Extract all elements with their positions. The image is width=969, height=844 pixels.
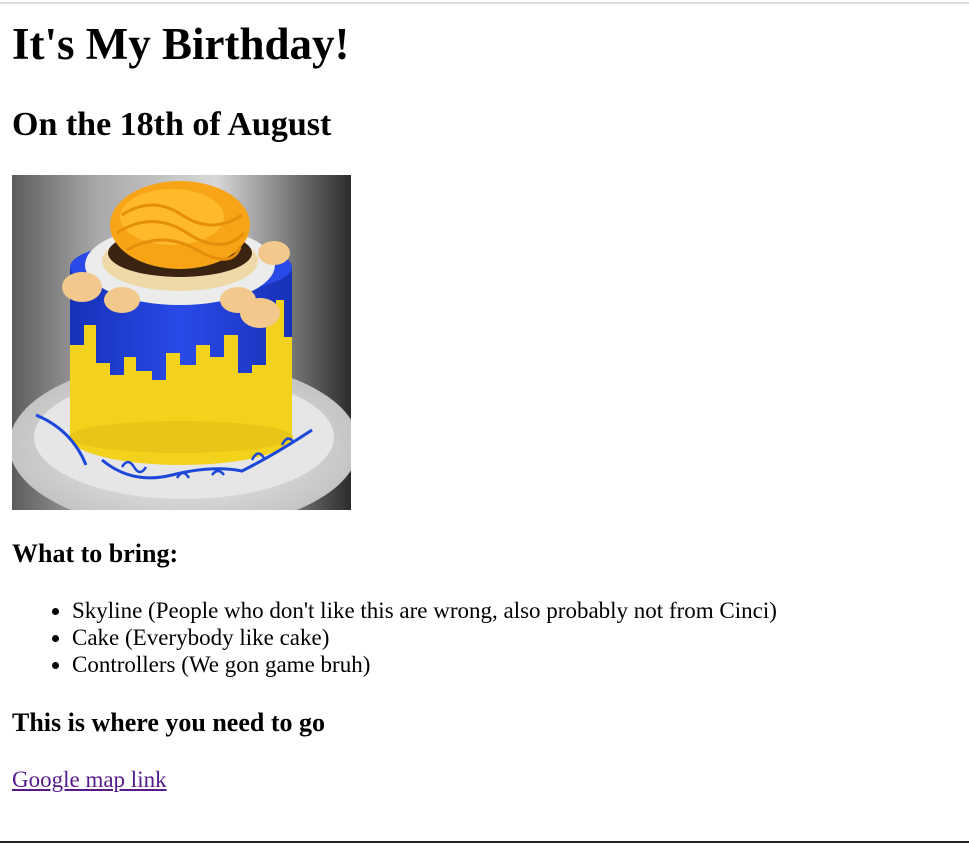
bring-heading: What to bring:	[12, 539, 179, 568]
top-divider	[0, 2, 969, 4]
page-subtitle: On the 18th of August	[12, 106, 332, 143]
list-item: Controllers (We gon game bruh)	[72, 651, 777, 678]
bottom-divider	[0, 841, 969, 843]
birthday-cake-image	[12, 175, 351, 510]
location-heading: This is where you need to go	[12, 708, 325, 737]
list-item: Skyline (People who don't like this are …	[72, 597, 777, 624]
bring-list: Skyline (People who don't like this are …	[12, 597, 777, 678]
list-item: Cake (Everybody like cake)	[72, 624, 777, 651]
page-title: It's My Birthday!	[12, 19, 350, 69]
google-map-link[interactable]: Google map link	[12, 766, 167, 793]
